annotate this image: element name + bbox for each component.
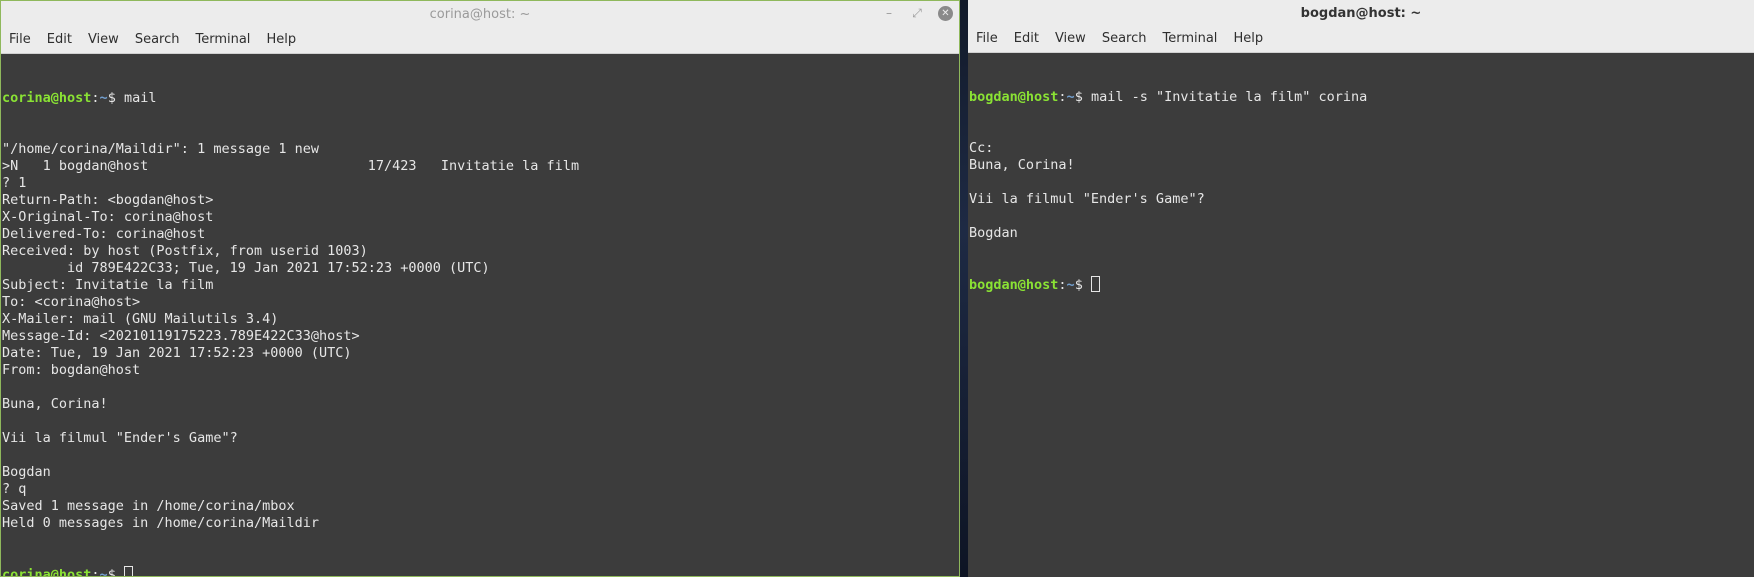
- active-prompt-line[interactable]: corina@host:~$: [2, 566, 959, 576]
- prompt-separator: :: [1058, 277, 1067, 293]
- terminal-output[interactable]: bogdan@host:~$ mail -s "Invitatie la fil…: [968, 53, 1754, 577]
- output-block: "/home/corina/Maildir": 1 message 1 new >…: [2, 141, 959, 532]
- prompt-user: corina@host: [2, 567, 92, 576]
- menu-help[interactable]: Help: [258, 27, 304, 53]
- menu-terminal[interactable]: Terminal: [187, 27, 258, 53]
- output-line: Held 0 messages in /home/corina/Maildir: [2, 515, 319, 531]
- window-controls: – ⤢ ✕: [882, 5, 953, 21]
- prompt-symbol: $: [107, 567, 124, 576]
- prompt-symbol: $: [1074, 89, 1091, 105]
- output-line: Received: by host (Postfix, from userid …: [2, 243, 368, 259]
- output-line: Bogdan: [969, 225, 1018, 241]
- output-line: "/home/corina/Maildir": 1 message 1 new: [2, 141, 319, 157]
- close-icon[interactable]: ✕: [938, 5, 953, 21]
- text-cursor: [1090, 276, 1100, 292]
- output-line: To: <corina@host>: [2, 294, 141, 310]
- minimize-icon[interactable]: –: [882, 5, 896, 21]
- output-line: Return-Path: <bogdan@host>: [2, 192, 214, 208]
- window-title: corina@host: ~: [429, 6, 531, 22]
- prompt-user: corina@host: [2, 90, 92, 106]
- output-block: Cc: Buna, Corina! Vii la filmul "Ender's G…: [969, 140, 1754, 242]
- prompt-symbol: $: [1074, 277, 1091, 293]
- terminal-window-corina[interactable]: corina@host: ~ – ⤢ ✕ File Edit View Sear…: [0, 0, 960, 577]
- menu-edit[interactable]: Edit: [1006, 26, 1047, 52]
- prompt-path: ~: [1066, 89, 1075, 105]
- prompt-user: bogdan@host: [969, 89, 1059, 105]
- output-line: >N 1 bogdan@host 17/423 Invitatie la fil…: [2, 158, 580, 174]
- desktop-background: [960, 0, 968, 577]
- window-title: bogdan@host: ~: [1300, 5, 1422, 21]
- prompt-separator: :: [91, 90, 100, 106]
- output-line: Buna, Corina!: [2, 396, 108, 412]
- output-line: Bogdan: [2, 464, 51, 480]
- output-line: X-Original-To: corina@host: [2, 209, 214, 225]
- prompt-separator: :: [91, 567, 100, 576]
- menu-search[interactable]: Search: [127, 27, 188, 53]
- output-line: X-Mailer: mail (GNU Mailutils 3.4): [2, 311, 279, 327]
- prompt-symbol: $: [107, 90, 124, 106]
- menu-bar: File Edit View Search Terminal Help: [968, 26, 1754, 53]
- prompt-path: ~: [99, 90, 108, 106]
- output-line: Subject: Invitatie la film: [2, 277, 214, 293]
- output-line: Message-Id: <20210119175223.789E422C33@h…: [2, 328, 360, 344]
- terminal-output[interactable]: corina@host:~$ mail "/home/corina/Maildi…: [1, 54, 959, 576]
- output-line: Saved 1 message in /home/corina/mbox: [2, 498, 295, 514]
- command-text: mail -s "Invitatie la film" corina: [1090, 89, 1368, 105]
- output-line: Delivered-To: corina@host: [2, 226, 206, 242]
- output-line: Vii la filmul "Ender's Game"?: [2, 430, 238, 446]
- menu-view[interactable]: View: [1047, 26, 1094, 52]
- output-line: Date: Tue, 19 Jan 2021 17:52:23 +0000 (U…: [2, 345, 352, 361]
- menu-file[interactable]: File: [1, 27, 39, 53]
- command-line: corina@host:~$ mail: [2, 90, 959, 107]
- menu-search[interactable]: Search: [1094, 26, 1155, 52]
- text-cursor: [123, 566, 133, 576]
- output-line: ? 1: [2, 175, 27, 191]
- prompt-user: bogdan@host: [969, 277, 1059, 293]
- output-line: From: bogdan@host: [2, 362, 141, 378]
- terminal-window-bogdan[interactable]: bogdan@host: ~ File Edit View Search Ter…: [968, 0, 1754, 577]
- output-line: Vii la filmul "Ender's Game"?: [969, 191, 1205, 207]
- menu-file[interactable]: File: [968, 26, 1006, 52]
- menu-edit[interactable]: Edit: [39, 27, 80, 53]
- prompt-path: ~: [1066, 277, 1075, 293]
- menu-terminal[interactable]: Terminal: [1154, 26, 1225, 52]
- command-text: mail: [123, 90, 157, 106]
- title-bar[interactable]: bogdan@host: ~: [968, 0, 1754, 26]
- prompt-path: ~: [99, 567, 108, 576]
- output-line: Buna, Corina!: [969, 157, 1075, 173]
- menu-bar: File Edit View Search Terminal Help: [1, 27, 959, 54]
- output-line: id 789E422C33; Tue, 19 Jan 2021 17:52:23…: [2, 260, 490, 276]
- prompt-separator: :: [1058, 89, 1067, 105]
- active-prompt-line[interactable]: bogdan@host:~$: [969, 276, 1754, 293]
- menu-help[interactable]: Help: [1225, 26, 1271, 52]
- title-bar[interactable]: corina@host: ~ – ⤢ ✕: [1, 1, 959, 27]
- command-line: bogdan@host:~$ mail -s "Invitatie la fil…: [969, 89, 1754, 106]
- output-line: ? q: [2, 481, 27, 497]
- output-line: Cc:: [969, 140, 994, 156]
- menu-view[interactable]: View: [80, 27, 127, 53]
- maximize-icon[interactable]: ⤢: [910, 5, 924, 21]
